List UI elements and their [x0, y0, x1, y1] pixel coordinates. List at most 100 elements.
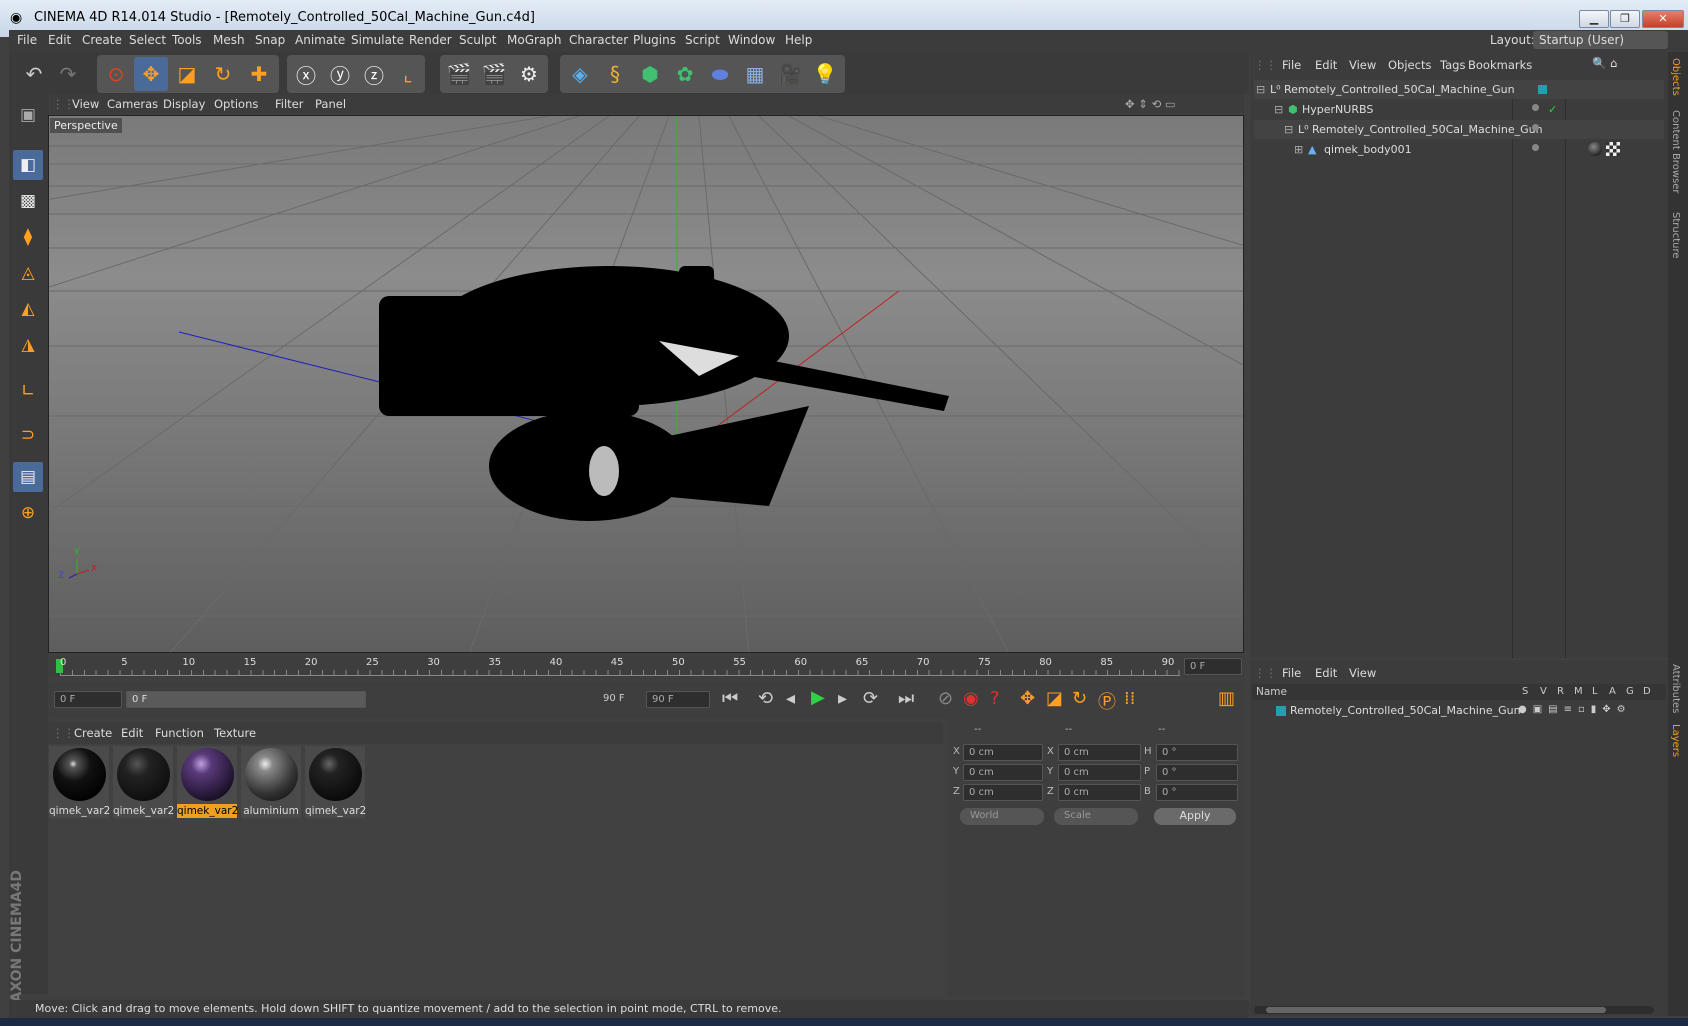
mat-menu-create[interactable]: Create [74, 726, 112, 740]
vp-menu-panel[interactable]: Panel [315, 97, 346, 111]
prev-key-icon[interactable]: ⟲ [758, 688, 773, 709]
material-item[interactable]: qimek_var2 [49, 746, 110, 818]
obj-search-icon[interactable]: 🔍 [1592, 56, 1606, 70]
goto-end-icon[interactable]: ⏭ [898, 688, 914, 709]
pos-z-field[interactable]: 0 cm [963, 784, 1043, 801]
mograph-icon[interactable]: ✿ [668, 57, 702, 91]
menu-mesh[interactable]: Mesh [213, 33, 245, 47]
nurbs-icon[interactable]: ⬢ [633, 57, 667, 91]
vp-menu-filter[interactable]: Filter [275, 97, 303, 111]
key-points-icon[interactable]: ⁞⁞ [1124, 688, 1135, 709]
scrollbar-thumb[interactable] [1266, 1007, 1606, 1013]
start-frame-field[interactable]: 0 F [54, 691, 122, 708]
obj-menu-objects[interactable]: Objects [1388, 58, 1431, 72]
object-row[interactable]: ⊟ ⬢ HyperNURBS ✓ [1254, 100, 1664, 119]
visibility-dot[interactable] [1532, 144, 1539, 151]
menu-tools[interactable]: Tools [172, 33, 202, 47]
material-item[interactable]: qimek_var2 [177, 746, 238, 818]
menu-edit[interactable]: Edit [48, 33, 71, 47]
menu-sculpt[interactable]: Sculpt [459, 33, 496, 47]
key-move-icon[interactable]: ✥ [1020, 688, 1035, 709]
expand-icon[interactable]: ⊞ [1294, 140, 1303, 159]
add-icon[interactable]: ✚ [242, 57, 276, 91]
render-settings-icon[interactable]: ⚙ [512, 57, 546, 91]
check-icon[interactable]: ✓ [1548, 100, 1557, 119]
menu-snap[interactable]: Snap [255, 33, 285, 47]
z-axis-icon[interactable]: ⓩ [357, 57, 391, 91]
goto-start-icon[interactable]: ⏮ [722, 688, 738, 709]
expand-icon[interactable]: ⊟ [1284, 120, 1293, 139]
workplane-lock-icon[interactable]: ▤ [13, 462, 43, 492]
polygons-mode-icon[interactable]: ◮ [13, 330, 43, 360]
menu-character[interactable]: Character [569, 33, 628, 47]
menu-render[interactable]: Render [409, 33, 452, 47]
tab-layers[interactable]: Layers [1670, 724, 1681, 757]
obj-menu-tags[interactable]: Tags [1440, 58, 1465, 72]
cube-icon[interactable]: ◈ [563, 57, 597, 91]
expand-icon[interactable]: ⊟ [1274, 100, 1283, 119]
menu-simulate[interactable]: Simulate [351, 33, 404, 47]
key-param-icon[interactable]: Ⓟ [1098, 688, 1116, 714]
make-editable-icon[interactable]: ▣ [13, 100, 43, 130]
axis-mode-icon[interactable]: ∟ [13, 376, 43, 406]
texture-tag-icon[interactable] [1606, 142, 1620, 156]
col-s[interactable]: S [1522, 686, 1528, 697]
material-item[interactable]: qimek_var2 [113, 746, 174, 818]
apply-button[interactable]: Apply [1154, 808, 1236, 825]
col-r[interactable]: R [1557, 686, 1564, 697]
next-key-icon[interactable]: ⟳ [863, 688, 878, 709]
end-frame-field[interactable]: 90 F [646, 691, 710, 708]
redo-icon[interactable]: ↷ [51, 57, 85, 91]
layer-menu-edit[interactable]: Edit [1315, 666, 1337, 680]
col-m[interactable]: M [1574, 686, 1583, 697]
rot-p-field[interactable]: 0 ° [1156, 764, 1238, 781]
keyframe-icon[interactable]: ⊘ [938, 688, 953, 709]
autokey-icon[interactable]: ? [990, 688, 1000, 709]
material-tag-icon[interactable] [1588, 142, 1602, 156]
expand-icon[interactable]: ⊟ [1256, 80, 1265, 99]
spline-icon[interactable]: § [598, 57, 632, 91]
scale-icon[interactable]: ◪ [170, 57, 204, 91]
soft-select-icon[interactable]: ⊕ [13, 498, 43, 528]
col-v[interactable]: V [1540, 686, 1547, 697]
menu-help[interactable]: Help [785, 33, 812, 47]
layer-menu-file[interactable]: File [1282, 666, 1301, 680]
timeline-icon[interactable]: ▥ [1218, 688, 1235, 709]
close-button[interactable]: ✕ [1642, 10, 1684, 28]
vp-menu-view[interactable]: View [72, 97, 99, 111]
camera-icon[interactable]: 🎥 [773, 57, 807, 91]
points-mode-icon[interactable]: ◬ [13, 258, 43, 288]
col-a[interactable]: A [1609, 686, 1616, 697]
move-icon[interactable]: ✥ [134, 57, 168, 91]
object-row[interactable]: ⊞ ▲ qimek_body001 [1254, 140, 1664, 159]
obj-menu-file[interactable]: File [1282, 58, 1301, 72]
obj-menu-view[interactable]: View [1349, 58, 1376, 72]
obj-menu-bookmarks[interactable]: Bookmarks [1468, 58, 1532, 72]
size-z-field[interactable]: 0 cm [1058, 784, 1141, 801]
col-l[interactable]: L [1592, 686, 1598, 697]
obj-menu-edit[interactable]: Edit [1315, 58, 1337, 72]
mat-menu-texture[interactable]: Texture [214, 726, 256, 740]
light-icon[interactable]: 💡 [808, 57, 842, 91]
snap-icon[interactable]: ⊃ [13, 420, 43, 450]
texture-mode-icon[interactable]: ▩ [13, 186, 43, 216]
tab-objects[interactable]: Objects [1670, 58, 1681, 96]
play-icon[interactable]: ▶ [811, 687, 825, 708]
material-item[interactable]: qimek_var2 [305, 746, 366, 818]
render-view-icon[interactable]: 🎬 [442, 57, 476, 91]
col-d[interactable]: D [1643, 686, 1651, 697]
material-item[interactable]: aluminium [241, 746, 301, 818]
key-rotate-icon[interactable]: ↻ [1072, 688, 1087, 709]
col-g[interactable]: G [1626, 686, 1634, 697]
y-axis-icon[interactable]: ⓨ [323, 57, 357, 91]
next-frame-icon[interactable]: ▸ [838, 688, 847, 709]
rot-b-field[interactable]: 0 ° [1156, 784, 1238, 801]
mat-menu-edit[interactable]: Edit [121, 726, 143, 740]
x-axis-icon[interactable]: ⓧ [289, 57, 323, 91]
prev-frame-icon[interactable]: ◂ [786, 688, 795, 709]
size-x-field[interactable]: 0 cm [1058, 744, 1141, 761]
pos-y-field[interactable]: 0 cm [963, 764, 1043, 781]
live-select-icon[interactable]: ⊙ [99, 57, 133, 91]
world-dropdown[interactable]: World [960, 808, 1044, 825]
menu-mograph[interactable]: MoGraph [507, 33, 562, 47]
